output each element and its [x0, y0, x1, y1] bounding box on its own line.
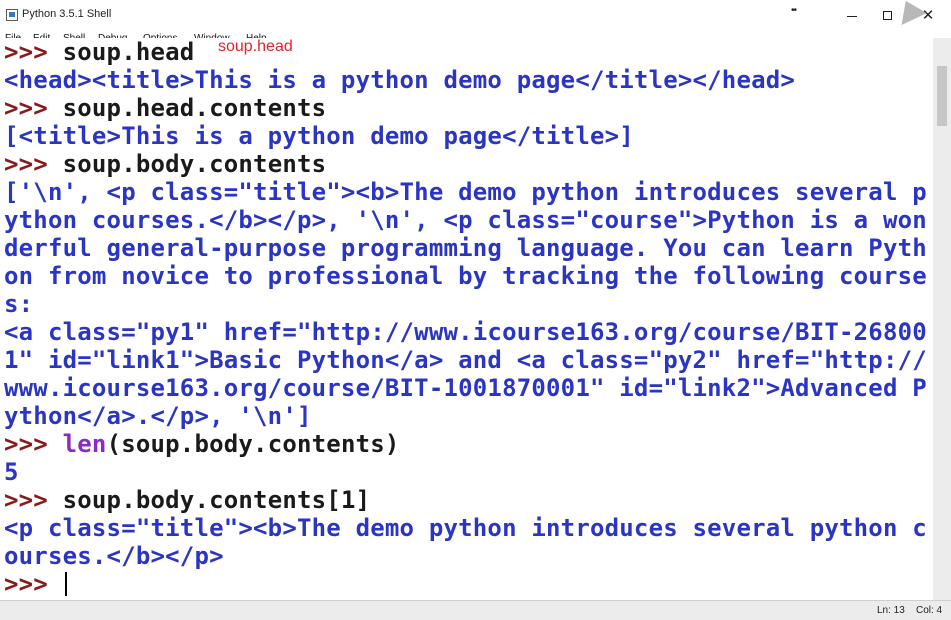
scrollbar-thumb[interactable]: [937, 66, 947, 126]
shell-input-line: >>> soup.head: [4, 38, 194, 66]
input-code: soup.body.contents[1]: [62, 486, 371, 514]
prompt: >>>: [4, 486, 63, 514]
maximize-icon: [883, 11, 892, 20]
annotation-label: soup.head: [218, 38, 293, 55]
vertical-scrollbar[interactable]: [933, 38, 951, 600]
restore-icon[interactable]: ••: [791, 5, 797, 16]
python-shell-icon: [6, 9, 18, 21]
window-title: Python 3.5.1 Shell: [22, 8, 112, 20]
shell-output-line: ython</a>.</p>, '\n']: [4, 402, 312, 430]
shell-output-line: <p class="title"><b>The demo python intr…: [4, 514, 927, 542]
minimize-icon: [847, 16, 857, 17]
shell-output-line: on from novice to professional by tracki…: [4, 262, 927, 290]
status-bar: Ln: 13 Col: 4: [0, 600, 951, 620]
title-bar: Python 3.5.1 Shell •• ✕: [0, 0, 951, 31]
prompt: >>>: [4, 570, 63, 598]
prompt: >>>: [4, 150, 63, 178]
shell-current-prompt[interactable]: >>>: [4, 570, 67, 598]
input-code: (soup.body.contents): [106, 430, 400, 458]
shell-input-line: >>> soup.body.contents[1]: [4, 486, 370, 514]
shell-output-line: <a class="py1" href="http://www.icourse1…: [4, 318, 927, 346]
builtin-keyword: len: [62, 430, 107, 458]
shell-input-line: >>> soup.head.contents: [4, 94, 326, 122]
shell-output-line: [<title>This is a python demo page</titl…: [4, 122, 634, 150]
shell-output-line: derful general-purpose programming langu…: [4, 234, 927, 262]
prompt: >>>: [4, 94, 63, 122]
shell-input-line: >>> len(soup.body.contents): [4, 430, 400, 458]
shell-output-line: 1" id="link1">Basic Python</a> and <a cl…: [4, 346, 927, 374]
shell-input-line: >>> soup.body.contents: [4, 150, 326, 178]
input-code: soup.head.contents: [62, 94, 327, 122]
shell-output-line: ourses.</b></p>: [4, 542, 224, 570]
shell-output-line: ython courses.</b></p>, '\n', <p class="…: [4, 206, 927, 234]
shell-output-line: <head><title>This is a python demo page<…: [4, 66, 796, 94]
prompt: >>>: [4, 38, 63, 66]
shell-output-line: s:: [4, 290, 34, 318]
column-number-status: Col: 4: [916, 605, 943, 616]
shell-output-line: 5: [4, 458, 19, 486]
minimize-button[interactable]: [832, 0, 872, 31]
shell-output-line: ['\n', <p class="title"><b>The demo pyth…: [4, 178, 927, 206]
prompt: >>>: [4, 430, 63, 458]
input-code: soup.body.contents: [62, 150, 327, 178]
text-cursor: [64, 572, 67, 596]
shell-text-area[interactable]: >>> soup.head <head><title>This is a pyt…: [0, 38, 933, 600]
shell-output-line: www.icourse163.org/course/BIT-1001870001…: [4, 374, 927, 402]
line-number-status: Ln: 13: [877, 605, 905, 616]
input-code: soup.head: [62, 38, 195, 66]
